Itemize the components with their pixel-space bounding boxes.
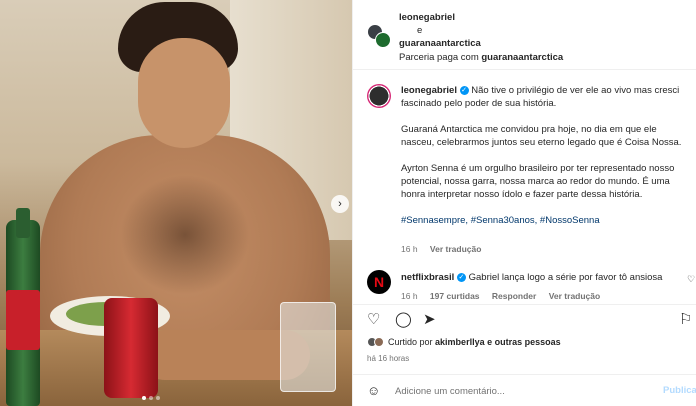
carousel-dot: [156, 396, 160, 400]
post-header: leonegabriel e guaranaantarctica Parceri…: [353, 0, 696, 70]
post-image[interactable]: ›: [0, 0, 352, 406]
hashtag-link[interactable]: #Sennasempre,: [401, 215, 468, 226]
post-caption: leonegabriel ✓ Não tive o privilégio de …: [401, 84, 691, 231]
comment-text: Gabriel lança logo a série por favor tô …: [468, 272, 663, 283]
paid-partnership: Parceria paga com guaranaantarctica: [399, 52, 563, 63]
collab-avatars[interactable]: [367, 24, 391, 48]
caption-username[interactable]: leonegabriel: [401, 85, 457, 96]
paid-partnership-brand[interactable]: guaranaantarctica: [481, 52, 563, 63]
likes-prefix: Curtido por: [388, 337, 433, 347]
comment-icon[interactable]: ◯: [395, 311, 412, 329]
verified-badge-icon: ✓: [459, 85, 469, 95]
bookmark-icon[interactable]: ⚐: [679, 311, 692, 329]
likes-username[interactable]: akimberllya: [435, 337, 485, 347]
reply-button[interactable]: Responder: [492, 291, 536, 301]
author-username[interactable]: leonegabriel: [399, 12, 455, 23]
carousel-dot: [149, 396, 153, 400]
avatar[interactable]: [374, 337, 384, 347]
avatar[interactable]: [375, 32, 391, 48]
hashtag-link[interactable]: #Senna30anos,: [471, 215, 538, 226]
carousel-dot: [142, 396, 146, 400]
post-sidebar: leonegabriel e guaranaantarctica Parceri…: [352, 0, 696, 406]
comment-meta: 16 h 197 curtidas Responder Ver tradução: [401, 291, 610, 301]
share-icon[interactable]: ➤: [423, 311, 436, 329]
avatar[interactable]: N: [367, 270, 391, 294]
comments-section: leonegabriel ✓ Não tive o privilégio de …: [353, 72, 696, 304]
post-time[interactable]: há 16 horas: [367, 354, 409, 363]
glass: [280, 302, 336, 392]
caption-paragraph: leonegabriel ✓ Não tive o privilégio de …: [401, 84, 691, 110]
soda-bottle: [6, 208, 40, 406]
caption-paragraph: Guaraná Antarctica me convidou pra hoje,…: [401, 124, 682, 148]
comment-like-icon[interactable]: ♡: [687, 274, 695, 285]
action-bar: ♡ ◯ ➤ ⚐: [353, 304, 696, 334]
likes-text: Curtido por akimberllya e outras pessoas: [388, 337, 561, 347]
translate-link[interactable]: Ver tradução: [430, 244, 482, 254]
caption-paragraph: Ayrton Senna é um orgulho brasileiro por…: [401, 163, 675, 200]
heart-icon[interactable]: ♡: [367, 311, 380, 329]
verified-badge-icon: ✓: [456, 272, 466, 282]
person-face: [138, 38, 230, 148]
paid-partnership-label: Parceria paga com: [399, 52, 479, 63]
emoji-icon[interactable]: ☺: [367, 383, 380, 398]
comment-time: 16 h: [401, 291, 418, 301]
avatar[interactable]: [367, 84, 391, 108]
bottle-neck: [16, 208, 30, 238]
soda-can: [104, 298, 158, 398]
comment-body: netflixbrasil ✓ Gabriel lança logo a sér…: [401, 272, 662, 283]
caption-time: 16 h: [401, 244, 418, 254]
comment-input[interactable]: [395, 383, 655, 399]
comment-username[interactable]: netflixbrasil: [401, 272, 454, 283]
likes-summary: Curtido por akimberllya e outras pessoas: [367, 337, 561, 347]
caption-meta: 16 h Ver tradução: [401, 244, 491, 254]
comment-likes[interactable]: 197 curtidas: [430, 291, 480, 301]
likes-others[interactable]: e outras pessoas: [487, 337, 561, 347]
collab-username[interactable]: guaranaantarctica: [399, 38, 481, 49]
bottle-label: [6, 290, 40, 350]
add-comment-bar: ☺ Publicar: [353, 374, 696, 406]
translate-link[interactable]: Ver tradução: [549, 291, 601, 301]
caption-hashtags: #Sennasempre, #Senna30anos, #NossoSenna: [401, 214, 691, 227]
collab-conjunction: e: [417, 25, 423, 36]
carousel-dots: [142, 396, 160, 400]
post-comment-button[interactable]: Publicar: [663, 385, 696, 396]
hashtag-link[interactable]: #NossoSenna: [540, 215, 600, 226]
carousel-next-button[interactable]: ›: [331, 195, 349, 213]
person-chest: [120, 175, 250, 295]
